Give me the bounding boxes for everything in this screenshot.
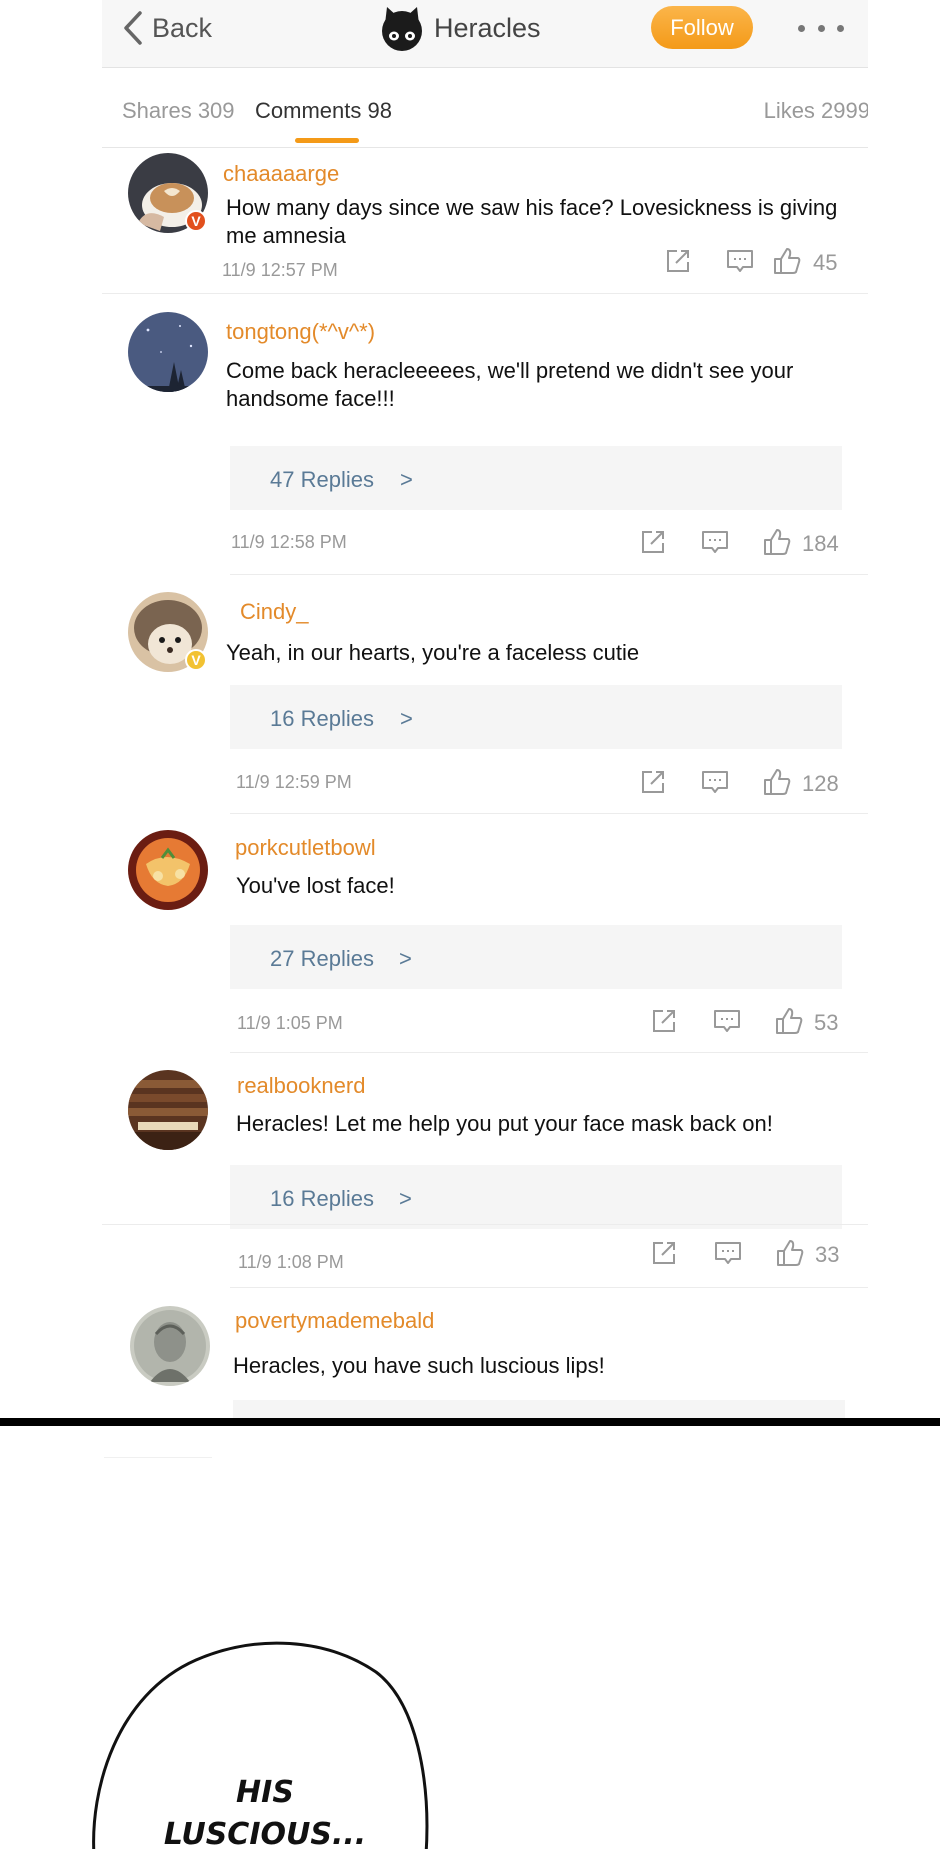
replies-arrow: > [400, 706, 413, 731]
replies-arrow: > [399, 1186, 412, 1211]
comment-time: 11/9 12:59 PM [236, 772, 352, 792]
comment-bubble-icon[interactable] [713, 1238, 743, 1268]
dot [798, 24, 805, 32]
share-edit-icon[interactable] [638, 527, 668, 557]
comment-time: 11/9 1:05 PM [237, 1013, 343, 1033]
comment-time: 11/9 12:57 PM [222, 260, 338, 280]
top-nav-bar: Back Heracles Follow [102, 0, 868, 68]
phone-screen: Back Heracles Follow Shares 309 Comments… [102, 0, 868, 1418]
comment-text: How many days since we saw his face? Lov… [226, 195, 838, 248]
panel-border [0, 1418, 940, 1426]
chevron-left-icon [124, 11, 142, 45]
faint-divider [104, 1457, 212, 1458]
replies-link[interactable]: 16 Replies > [230, 685, 842, 749]
comment-divider [230, 1287, 868, 1288]
like-count: 33 [815, 1242, 840, 1267]
comment-text: Heracles! Let me help you put your face … [236, 1111, 773, 1136]
dot [817, 24, 825, 32]
replies-arrow: > [400, 467, 413, 492]
avatar-banknote-portrait[interactable] [130, 1306, 210, 1386]
profile-header[interactable]: Heracles [380, 4, 541, 52]
avatar-night-sky[interactable] [128, 312, 208, 392]
profile-name: Heracles [434, 12, 541, 43]
thumbs-up-icon[interactable] [774, 1006, 804, 1036]
share-edit-icon[interactable] [649, 1006, 679, 1036]
comment-text: Yeah, in our hearts, you're a faceless c… [226, 640, 640, 665]
comment-divider [230, 813, 868, 814]
dot [837, 24, 844, 32]
more-dots-icon[interactable] [798, 16, 844, 40]
comment-text: Heracles, you have such luscious lips! [233, 1353, 605, 1378]
follow-button[interactable]: Follow [651, 6, 753, 49]
comment-username[interactable]: tongtong(*^v^*) [226, 319, 375, 345]
comment-divider [230, 574, 868, 575]
replies-count: 27 Replies [270, 946, 374, 971]
comment-text: Come back heracleeeees, we'll pretend we… [226, 358, 794, 411]
thumbs-up-icon[interactable] [772, 246, 802, 276]
comment-divider [102, 293, 868, 294]
comment-divider [230, 1052, 868, 1053]
comment-divider [102, 1224, 868, 1225]
share-edit-icon[interactable] [638, 767, 668, 797]
comment-username[interactable]: Cindy_ [240, 599, 308, 625]
replies-count: 16 Replies [270, 706, 374, 731]
cat-avatar [382, 7, 422, 51]
replies-link[interactable]: 47 Replies > [230, 446, 842, 510]
tab-comments[interactable]: Comments 98 [255, 98, 392, 124]
replies-count: 47 Replies [270, 467, 374, 492]
replies-link[interactable]: 27 Replies > [230, 925, 842, 989]
comment-username[interactable]: povertymademebald [235, 1308, 434, 1334]
night-sky-avatar-image [128, 312, 208, 392]
tab-bar: Shares 309 Comments 98 Likes 2999 [102, 68, 868, 148]
replies-count: 16 Replies [270, 1186, 374, 1211]
active-tab-indicator [295, 138, 359, 143]
thumbs-up-icon[interactable] [762, 767, 792, 797]
replies-link[interactable]: 16 Replies > [230, 1165, 842, 1229]
like-count: 128 [802, 771, 839, 796]
share-edit-icon[interactable] [649, 1238, 679, 1268]
tab-likes[interactable]: Likes 2999 [764, 98, 868, 124]
comment-username[interactable]: porkcutletbowl [235, 835, 376, 861]
tab-shares[interactable]: Shares 309 [122, 98, 235, 124]
like-count: 184 [802, 531, 839, 556]
comment-bubble-icon[interactable] [725, 246, 755, 276]
speech-line-2: LUSCIOUS... [163, 1817, 367, 1849]
comment-bubble-icon[interactable] [700, 767, 730, 797]
avatar-pork-cutlet[interactable] [128, 830, 208, 910]
pork-cutlet-bowl-avatar-image [128, 830, 208, 910]
comment-time: 11/9 1:08 PM [238, 1252, 344, 1272]
thumbs-up-icon[interactable] [762, 527, 792, 557]
replies-arrow: > [399, 946, 412, 971]
back-button[interactable]: Back [122, 10, 212, 46]
library-avatar-image [128, 1070, 208, 1150]
comment-bubble-icon[interactable] [700, 527, 730, 557]
back-label: Back [152, 12, 213, 43]
verified-badge: V [185, 210, 207, 232]
verified-badge: V [185, 649, 207, 671]
like-count: 53 [814, 1010, 839, 1035]
comment-username[interactable]: chaaaaarge [223, 161, 339, 187]
speech-line-1: HIS [236, 1775, 294, 1810]
comment-time: 11/9 12:58 PM [231, 532, 347, 552]
avatar-library[interactable] [128, 1070, 208, 1150]
comment-bubble-icon[interactable] [712, 1006, 742, 1036]
thumbs-up-icon[interactable] [775, 1238, 805, 1268]
share-edit-icon[interactable] [663, 246, 693, 276]
comment-username[interactable]: realbooknerd [237, 1073, 365, 1099]
like-count: 45 [813, 250, 838, 275]
comment-text: You've lost face! [236, 873, 395, 898]
banknote-portrait-avatar-image [130, 1306, 210, 1386]
speech-bubble-text: HIS LUSCIOUS... [120, 1772, 410, 1849]
replies-link-partial[interactable] [233, 1400, 845, 1418]
